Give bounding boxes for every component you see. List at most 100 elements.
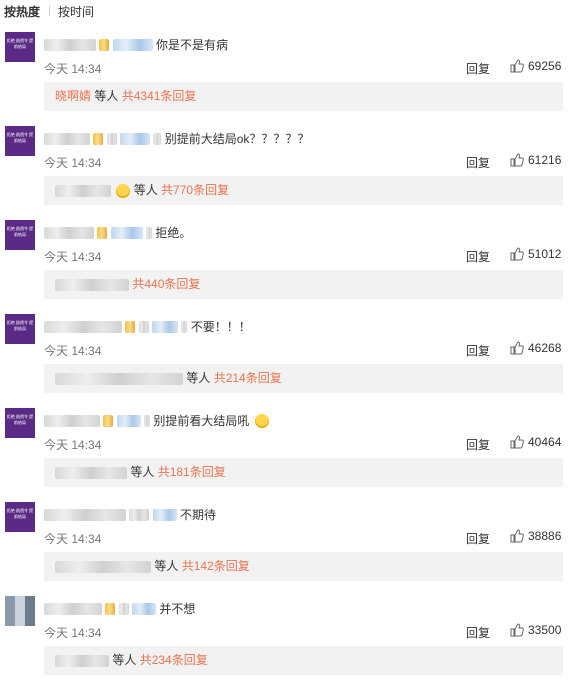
thread-mid: 等人 (130, 465, 155, 479)
blurred-badge (138, 320, 149, 333)
thumbs-up-icon (510, 529, 524, 543)
thread-count[interactable]: 共181条回复 (158, 465, 226, 479)
comment-text: 不期待 (180, 508, 217, 522)
comment-text: 别提前看大结局吼 (153, 414, 250, 428)
blurred-thread-user[interactable] (55, 654, 109, 667)
reply-button[interactable]: 回复 (466, 342, 490, 359)
comment-time: 今天 14:34 (44, 438, 102, 452)
comment-line: 别提前大结局ok？？？？？ (44, 130, 310, 146)
blurred-thread-user[interactable] (55, 278, 129, 291)
reply-button[interactable]: 回复 (466, 60, 490, 77)
thread-count[interactable]: 共214条回复 (214, 371, 282, 385)
like-count: 69256 (528, 59, 562, 73)
like-button[interactable]: 33500 (510, 623, 561, 637)
sort-divider (49, 6, 50, 16)
sort-by-time-tab[interactable]: 按时间 (58, 3, 94, 20)
sort-by-hot-tab[interactable]: 按热度 (4, 3, 40, 20)
comment-text: 拒绝。 (155, 226, 192, 240)
like-button[interactable]: 69256 (510, 59, 561, 73)
comment-line: 拒绝。 (44, 224, 192, 240)
comment-time: 今天 14:34 (44, 250, 102, 264)
like-button[interactable]: 46268 (510, 341, 561, 355)
like-button[interactable]: 61216 (510, 153, 561, 167)
badge-icon (105, 602, 116, 615)
comment-time: 今天 14:34 (44, 626, 102, 640)
thread-user[interactable]: 晓啊婧 (55, 89, 91, 103)
like-count: 46268 (528, 341, 562, 355)
comment-text: 并不想 (159, 602, 196, 616)
blurred-badge (129, 508, 150, 521)
avatar[interactable]: 拒绝 剧透令 提前结局 (5, 408, 35, 438)
avatar[interactable] (5, 596, 35, 626)
comment-item: 拒绝 剧透令 提前结局 拒绝。 今天 14:34 回复 51012 共440条回… (0, 212, 573, 306)
blurred-badge (146, 226, 153, 239)
thumbs-up-icon (510, 435, 524, 449)
blurred-username[interactable] (44, 226, 94, 239)
reply-button[interactable]: 回复 (466, 154, 490, 171)
comment-time: 今天 14:34 (44, 344, 102, 358)
like-button[interactable]: 38886 (510, 529, 561, 543)
blurred-thread-user[interactable] (55, 184, 111, 197)
sort-bar: 按热度 按时间 (0, 0, 573, 22)
reply-thread[interactable]: 等人 共234条回复 (44, 646, 563, 675)
avatar[interactable]: 拒绝 剧透令 提前结局 (5, 314, 35, 344)
avatar[interactable]: 拒绝 剧透令 提前结局 (5, 502, 35, 532)
blurred-badge (120, 132, 151, 145)
blurred-thread-user[interactable] (55, 560, 151, 573)
like-count: 40464 (528, 435, 562, 449)
blurred-username[interactable] (44, 38, 96, 51)
comment-text: 别提前大结局ok？？？？？ (164, 132, 310, 146)
thread-mid: 等人 (112, 653, 137, 667)
thumbs-up-icon (510, 623, 524, 637)
reply-thread[interactable]: 等人 共181条回复 (44, 458, 563, 487)
comment-time: 今天 14:34 (44, 532, 102, 546)
thread-mid: 等人 (154, 559, 179, 573)
blurred-badge (153, 132, 162, 145)
blurred-username[interactable] (44, 508, 126, 521)
blurred-thread-user[interactable] (55, 372, 183, 385)
reply-button[interactable]: 回复 (466, 530, 490, 547)
blurred-username[interactable] (44, 320, 122, 333)
reply-button[interactable]: 回复 (466, 436, 490, 453)
blurred-thread-user[interactable] (55, 466, 127, 479)
reply-thread[interactable]: 晓啊婧 等人 共4341条回复 (44, 82, 563, 111)
like-button[interactable]: 51012 (510, 247, 561, 261)
like-count: 61216 (528, 153, 562, 167)
like-count: 51012 (528, 247, 562, 261)
reply-button[interactable]: 回复 (466, 248, 490, 265)
blurred-badge (181, 320, 188, 333)
thumbs-up-icon (510, 247, 524, 261)
reply-thread[interactable]: 等人 共214条回复 (44, 364, 563, 393)
comment-time: 今天 14:34 (44, 62, 102, 76)
reply-thread[interactable]: 等人 共770条回复 (44, 176, 563, 205)
reply-thread[interactable]: 等人 共142条回复 (44, 552, 563, 581)
reply-thread[interactable]: 共440条回复 (44, 270, 563, 299)
avatar[interactable]: 拒绝 剧透令 提前结局 (5, 32, 35, 62)
thread-count[interactable]: 共4341条回复 (122, 89, 197, 103)
thumbs-up-icon (510, 59, 524, 73)
avatar[interactable]: 拒绝 剧透令 提前结局 (5, 126, 35, 156)
thread-count[interactable]: 共440条回复 (132, 277, 200, 291)
thread-count[interactable]: 共234条回复 (140, 653, 208, 667)
blurred-badge (116, 414, 141, 427)
thread-mid: 等人 (94, 89, 119, 103)
badge-icon (93, 132, 104, 145)
reply-button[interactable]: 回复 (466, 624, 490, 641)
like-button[interactable]: 40464 (510, 435, 561, 449)
comment-item: 拒绝 剧透令 提前结局 别提前看大结局吼 今天 14:34 回复 40464 等… (0, 400, 573, 494)
thread-count[interactable]: 共770条回复 (161, 183, 229, 197)
thread-count[interactable]: 共142条回复 (182, 559, 250, 573)
like-count: 38886 (528, 529, 562, 543)
comment-text: 不要！！！ (190, 320, 251, 334)
comment-item: 拒绝 剧透令 提前结局 不期待 今天 14:34 回复 38886 等人 共14… (0, 494, 573, 588)
badge-icon (97, 226, 108, 239)
avatar[interactable]: 拒绝 剧透令 提前结局 (5, 220, 35, 250)
blurred-username[interactable] (44, 602, 102, 615)
blurred-badge (132, 602, 157, 615)
blurred-username[interactable] (44, 414, 100, 427)
badge-icon (99, 38, 110, 51)
thumbs-up-icon (510, 341, 524, 355)
comment-item: 并不想 今天 14:34 回复 33500 等人 共234条回复 (0, 588, 573, 682)
comment-line: 不要！！！ (44, 318, 251, 334)
blurred-username[interactable] (44, 132, 90, 145)
